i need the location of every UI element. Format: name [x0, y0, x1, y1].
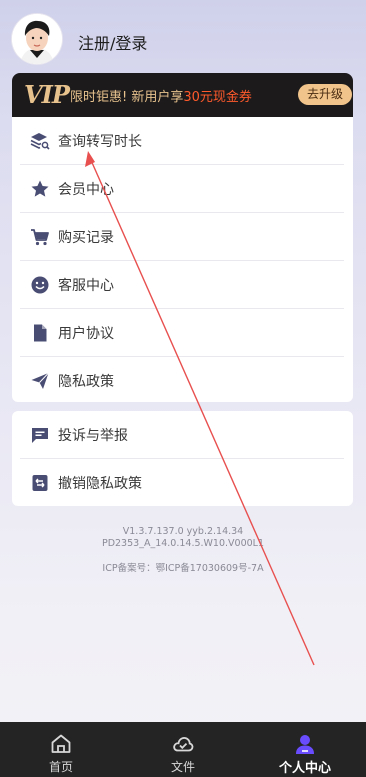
tab-files[interactable]: 文件	[122, 722, 244, 777]
vip-banner[interactable]: VIP 限时钜惠! 新用户享30元现金券 去升级	[12, 73, 353, 117]
avatar-face-icon	[12, 14, 62, 64]
version-line-2: PD2353_A_14.0.14.5.W10.V000L1	[101, 538, 265, 549]
menu-item-purchase-history[interactable]: 购买记录	[12, 213, 353, 261]
menu-item-membership[interactable]: 会员中心	[12, 165, 353, 213]
login-register-link[interactable]: 注册/登录	[78, 30, 147, 54]
icp-record: ICP备案号：鄂ICP备17030609号-7A	[0, 560, 366, 574]
tab-label: 个人中心	[278, 761, 331, 776]
user-icon	[296, 735, 314, 754]
tab-label: 文件	[170, 760, 195, 774]
icp-number-link[interactable]: 鄂ICP备17030609号-7A	[156, 563, 264, 574]
menu-item-user-agreement[interactable]: 用户协议	[12, 309, 353, 357]
cart-icon	[31, 229, 49, 246]
cloud-icon	[173, 737, 194, 752]
profile-header: 注册/登录	[0, 0, 366, 76]
menu-item-label: 用户协议	[58, 326, 114, 342]
avatar[interactable]	[12, 14, 62, 64]
tab-label: 首页	[48, 760, 73, 774]
tab-profile[interactable]: 个人中心	[244, 722, 366, 777]
stack-search-icon	[30, 133, 50, 150]
menu-item-complaint-report[interactable]: 投诉与举报	[12, 411, 353, 459]
menu-item-revoke-privacy[interactable]: 撤销隐私政策	[12, 459, 353, 507]
tab-home[interactable]: 首页	[0, 722, 122, 777]
star-icon	[31, 180, 49, 197]
menu-item-label: 隐私政策	[58, 374, 114, 390]
vip-promo-text: 限时钜惠! 新用户享30元现金券	[70, 86, 252, 105]
document-icon	[34, 324, 47, 342]
main-menu-card: 查询转写时长 会员中心 购买记录 客服中心 用户协议 隐私政策	[12, 117, 353, 402]
chat-icon	[32, 428, 48, 443]
menu-item-label: 撤销隐私政策	[58, 476, 142, 492]
menu-item-label: 投诉与举报	[58, 428, 128, 444]
menu-item-label: 购买记录	[58, 230, 114, 246]
menu-item-privacy-policy[interactable]: 隐私政策	[12, 357, 353, 405]
vip-promo-prefix: 限时钜惠! 新用户享	[70, 90, 184, 105]
version-line-1: V1.3.7.137.0 yyb.2.14.34	[122, 526, 244, 537]
vip-promo-highlight: 30元现金券	[183, 90, 252, 105]
smile-icon	[31, 276, 49, 294]
home-icon	[51, 734, 71, 753]
bottom-tab-bar: 首页 文件 个人中心	[0, 722, 366, 777]
secondary-menu-card: 投诉与举报 撤销隐私政策	[12, 411, 353, 506]
upgrade-button[interactable]: 去升级	[298, 84, 352, 105]
menu-item-label: 查询转写时长	[58, 134, 142, 150]
icp-label: ICP备案号：	[102, 563, 156, 574]
menu-item-label: 会员中心	[58, 182, 114, 198]
vip-logo: VIP	[24, 80, 70, 109]
menu-item-query-duration[interactable]: 查询转写时长	[12, 117, 353, 165]
menu-item-label: 客服中心	[58, 278, 114, 294]
send-icon	[31, 372, 49, 389]
revoke-doc-icon	[32, 475, 48, 491]
menu-item-customer-service[interactable]: 客服中心	[12, 261, 353, 309]
